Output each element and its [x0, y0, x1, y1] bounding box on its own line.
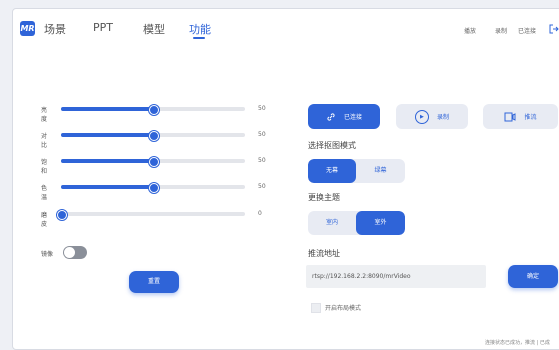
slider-knob[interactable] — [149, 105, 159, 115]
slider-knob[interactable] — [57, 210, 67, 220]
top-link-play[interactable]: 播放 — [464, 26, 476, 35]
layout-mode-label: 开启布局模式 — [325, 305, 362, 312]
slider-track[interactable] — [61, 212, 245, 216]
connect-button[interactable]: 已连接 — [308, 104, 380, 129]
slider-label: 亮度 — [41, 107, 48, 123]
theme-option-outdoor[interactable]: 室外 — [356, 211, 405, 235]
slider-knob[interactable] — [149, 183, 159, 193]
tab-ppt[interactable]: PPT — [93, 21, 113, 34]
layout-mode-checkbox[interactable] — [311, 303, 321, 313]
slider-knob[interactable] — [149, 131, 159, 141]
slider-fill — [61, 159, 154, 163]
slider-value: 0 — [258, 210, 262, 217]
stream-icon — [504, 112, 516, 121]
stream-address-title: 推流地址 — [308, 249, 340, 258]
matting-segment: 无幕 绿幕 — [308, 159, 405, 183]
tab-function[interactable]: 功能 — [189, 21, 211, 37]
mirror-label: 镜像 — [41, 251, 54, 258]
matting-option-green[interactable]: 绿幕 — [356, 159, 405, 183]
stream-address-input[interactable]: rtsp://192.168.2.2:8090/mrVideo — [306, 265, 486, 288]
slider-value: 50 — [258, 105, 266, 112]
slider-fill — [61, 185, 154, 189]
mirror-toggle[interactable] — [63, 246, 87, 259]
link-icon — [327, 112, 335, 121]
slider-fill — [61, 133, 154, 137]
slider-label: 色温 — [41, 185, 48, 201]
slider-value: 50 — [258, 157, 266, 164]
app-window: MR 场景 PPT 模型 功能 播放 录制 已连接 亮度 50 对比 50 饱和… — [12, 8, 559, 350]
record-button[interactable]: ▶ 录制 — [396, 104, 468, 129]
theme-option-indoor[interactable]: 室内 — [308, 211, 356, 235]
status-footer: 连接状态已成功，推流 | 已成 — [485, 340, 550, 346]
slider-label: 对比 — [41, 133, 48, 149]
matting-title: 选择抠图模式 — [308, 141, 356, 150]
stream-button[interactable]: 推流 — [483, 104, 558, 129]
top-nav: MR 场景 PPT 模型 功能 播放 录制 已连接 — [13, 9, 559, 43]
tab-model[interactable]: 模型 — [143, 21, 165, 37]
app-logo: MR — [20, 21, 35, 36]
slider-value: 50 — [258, 131, 266, 138]
reset-button[interactable]: 重置 — [129, 271, 179, 293]
top-link-connected[interactable]: 已连接 — [518, 26, 536, 35]
record-label: 录制 — [436, 114, 449, 121]
slider-knob[interactable] — [149, 157, 159, 167]
slider-value: 50 — [258, 183, 266, 190]
logout-icon[interactable] — [549, 24, 559, 34]
tab-scene[interactable]: 场景 — [44, 21, 66, 37]
confirm-button[interactable]: 确定 — [508, 265, 558, 288]
slider-fill — [61, 107, 154, 111]
theme-title: 更换主题 — [308, 193, 340, 202]
slider-label: 磨皮 — [41, 212, 48, 228]
play-icon: ▶ — [414, 109, 429, 124]
connect-label: 已连接 — [343, 114, 362, 121]
active-tab-indicator — [193, 37, 205, 39]
stream-label: 推流 — [524, 114, 537, 121]
theme-segment: 室内 室外 — [308, 211, 405, 235]
slider-label: 饱和 — [41, 159, 48, 175]
matting-option-none[interactable]: 无幕 — [308, 159, 356, 183]
top-link-record[interactable]: 录制 — [495, 26, 507, 35]
